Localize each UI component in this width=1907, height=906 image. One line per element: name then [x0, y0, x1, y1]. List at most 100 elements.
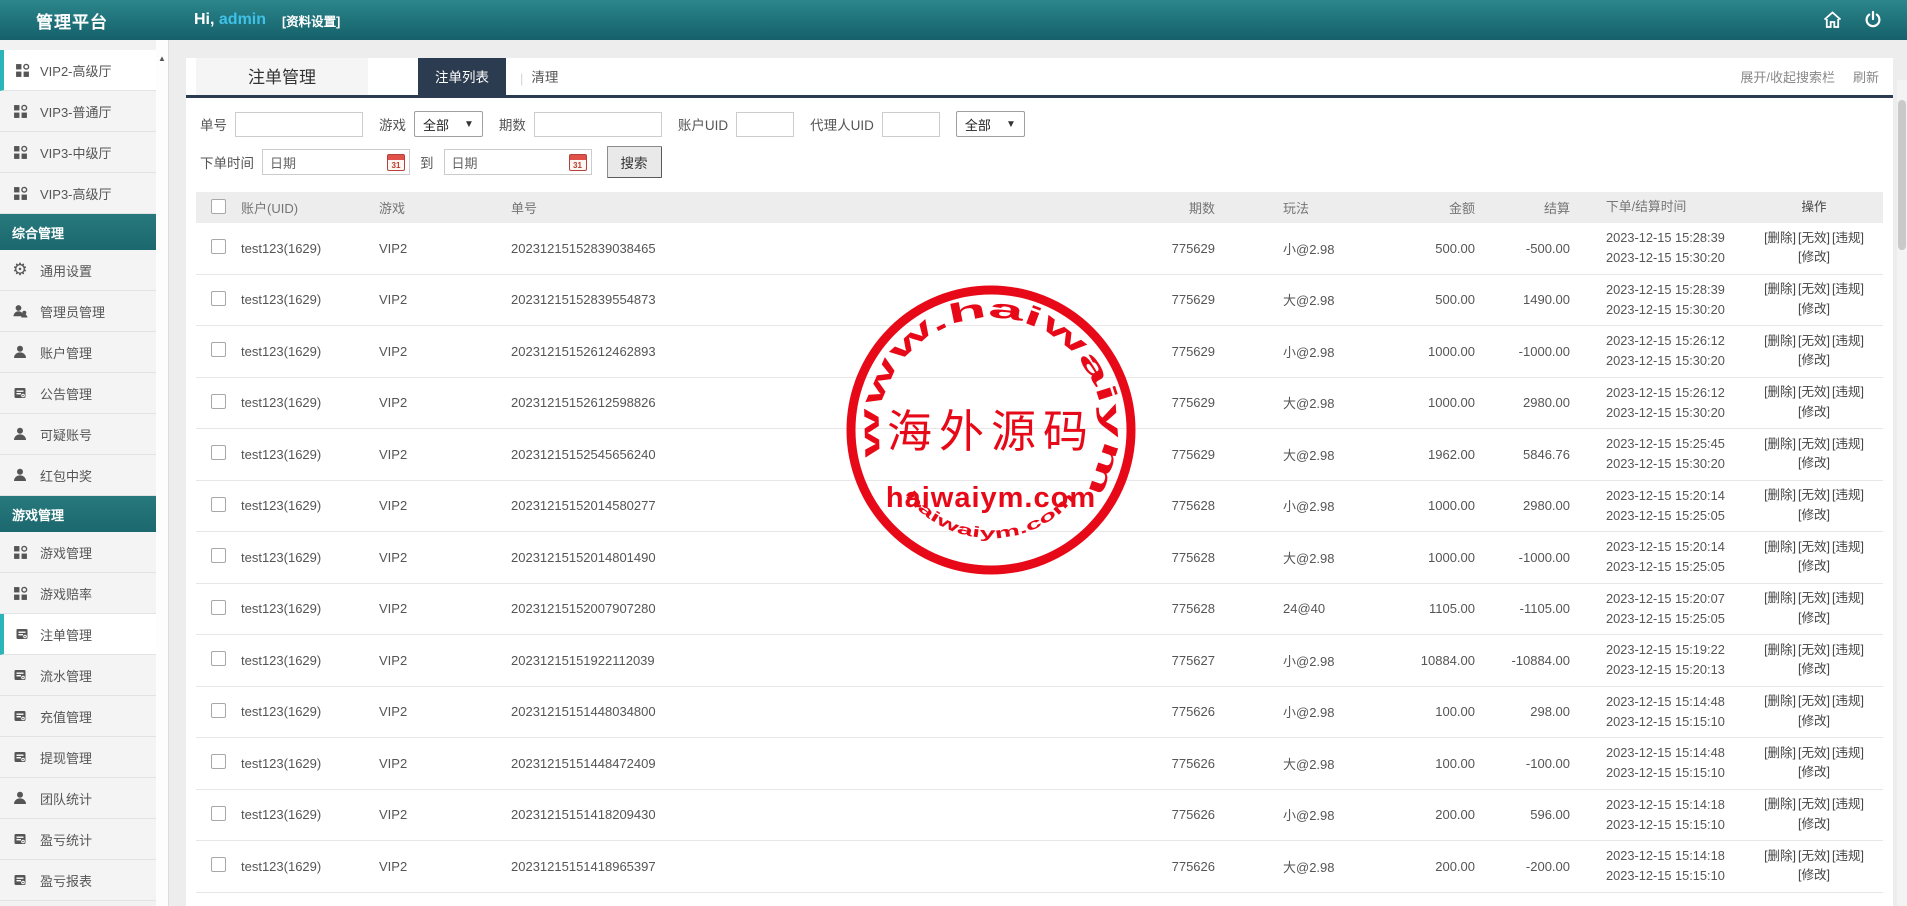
action-violation[interactable]: [违规] — [1832, 591, 1864, 605]
action-delete[interactable]: [删除] — [1764, 797, 1796, 811]
action-violation[interactable]: [违规] — [1832, 694, 1864, 708]
calendar-icon[interactable]: 31 — [568, 153, 587, 171]
row-checkbox[interactable] — [211, 805, 226, 821]
order-no-input[interactable] — [235, 111, 363, 137]
action-delete[interactable]: [删除] — [1764, 334, 1796, 348]
sidebar-item[interactable]: VIP3-高级厅 — [0, 173, 156, 214]
action-invalid[interactable]: [无效] — [1798, 643, 1830, 657]
action-delete[interactable]: [删除] — [1764, 849, 1796, 863]
action-modify[interactable]: [修改] — [1798, 611, 1830, 625]
sidebar-item[interactable]: 可疑账号 — [0, 414, 156, 455]
action-invalid[interactable]: [无效] — [1798, 540, 1830, 554]
action-modify[interactable]: [修改] — [1798, 765, 1830, 779]
action-modify[interactable]: [修改] — [1798, 508, 1830, 522]
action-violation[interactable]: [违规] — [1832, 282, 1864, 296]
sidebar-item[interactable]: 管理员管理 — [0, 291, 156, 332]
game-select[interactable]: 全部 ▼ — [414, 111, 483, 137]
action-modify[interactable]: [修改] — [1798, 817, 1830, 831]
sidebar-item[interactable]: 公告管理 — [0, 373, 156, 414]
row-checkbox[interactable] — [211, 239, 226, 255]
row-checkbox[interactable] — [211, 702, 226, 718]
row-checkbox[interactable] — [211, 651, 226, 667]
action-modify[interactable]: [修改] — [1798, 456, 1830, 470]
action-violation[interactable]: [违规] — [1832, 797, 1864, 811]
vertical-scrollbar[interactable] — [1897, 80, 1907, 906]
action-delete[interactable]: [删除] — [1764, 643, 1796, 657]
action-invalid[interactable]: [无效] — [1798, 231, 1830, 245]
scroll-up-arrow-icon[interactable]: ▲ — [156, 54, 168, 63]
action-delete[interactable]: [删除] — [1764, 540, 1796, 554]
action-invalid[interactable]: [无效] — [1798, 849, 1830, 863]
action-invalid[interactable]: [无效] — [1798, 385, 1830, 399]
search-button[interactable]: 搜索 — [606, 146, 662, 178]
row-checkbox[interactable] — [211, 445, 226, 461]
sidebar-scrollbar[interactable]: ▲ — [156, 40, 169, 906]
uid-input[interactable] — [736, 111, 795, 137]
page-title-tab[interactable]: 注单管理 — [196, 58, 368, 95]
sidebar-item[interactable]: 盈亏统计 — [0, 819, 156, 860]
row-checkbox[interactable] — [211, 548, 226, 564]
action-violation[interactable]: [违规] — [1832, 540, 1864, 554]
home-icon[interactable] — [1822, 10, 1843, 30]
action-invalid[interactable]: [无效] — [1798, 591, 1830, 605]
action-violation[interactable]: [违规] — [1832, 849, 1864, 863]
sidebar-item[interactable]: VIP2-高级厅 — [0, 50, 156, 91]
row-checkbox[interactable] — [211, 290, 226, 306]
action-modify[interactable]: [修改] — [1798, 405, 1830, 419]
action-delete[interactable]: [删除] — [1764, 694, 1796, 708]
sidebar-item[interactable]: 盈亏报表 — [0, 860, 156, 901]
action-modify[interactable]: [修改] — [1798, 714, 1830, 728]
action-invalid[interactable]: [无效] — [1798, 334, 1830, 348]
action-modify[interactable]: [修改] — [1798, 250, 1830, 264]
action-delete[interactable]: [删除] — [1764, 437, 1796, 451]
scrollbar-thumb[interactable] — [1898, 100, 1906, 250]
sidebar-item[interactable]: ⚙ 通用设置 — [0, 250, 156, 291]
logout-power-icon[interactable] — [1863, 10, 1883, 30]
agent-uid-input[interactable] — [881, 111, 940, 137]
sidebar-item[interactable]: VIP3-普通厅 — [0, 91, 156, 132]
action-invalid[interactable]: [无效] — [1798, 746, 1830, 760]
row-checkbox[interactable] — [211, 599, 226, 615]
sidebar-item[interactable]: VIP3-中级厅 — [0, 132, 156, 173]
action-violation[interactable]: [违规] — [1832, 385, 1864, 399]
sidebar-item[interactable]: 流水管理 — [0, 655, 156, 696]
action-violation[interactable]: [违规] — [1832, 334, 1864, 348]
sidebar-item[interactable]: 游戏赔率 — [0, 573, 156, 614]
action-invalid[interactable]: [无效] — [1798, 797, 1830, 811]
action-delete[interactable]: [删除] — [1764, 282, 1796, 296]
status-select[interactable]: 全部 ▼ — [955, 111, 1025, 137]
sidebar-item[interactable]: 团队统计 — [0, 778, 156, 819]
action-modify[interactable]: [修改] — [1798, 559, 1830, 573]
action-delete[interactable]: [删除] — [1764, 231, 1796, 245]
action-violation[interactable]: [违规] — [1832, 437, 1864, 451]
select-all-checkbox[interactable] — [211, 198, 226, 214]
date-from-input[interactable]: 日期 31 — [262, 149, 410, 175]
action-invalid[interactable]: [无效] — [1798, 694, 1830, 708]
sidebar-item[interactable]: 游戏管理 — [0, 532, 156, 573]
tab-order-list[interactable]: 注单列表 — [418, 58, 506, 95]
action-violation[interactable]: [违规] — [1832, 488, 1864, 502]
sidebar-item[interactable]: 充值管理 — [0, 696, 156, 737]
period-input[interactable] — [533, 111, 662, 137]
tab-cleanup[interactable]: 清理 — [525, 58, 564, 95]
row-checkbox[interactable] — [211, 496, 226, 512]
action-violation[interactable]: [违规] — [1832, 746, 1864, 760]
profile-settings-link[interactable]: [资料设置] — [282, 11, 340, 30]
action-invalid[interactable]: [无效] — [1798, 437, 1830, 451]
row-checkbox[interactable] — [211, 857, 226, 873]
row-checkbox[interactable] — [211, 754, 226, 770]
calendar-icon[interactable]: 31 — [387, 153, 405, 171]
action-delete[interactable]: [删除] — [1764, 746, 1796, 760]
action-modify[interactable]: [修改] — [1798, 868, 1830, 882]
action-delete[interactable]: [删除] — [1764, 488, 1796, 502]
action-modify[interactable]: [修改] — [1798, 302, 1830, 316]
toggle-search-link[interactable]: 展开/收起搜索栏 — [1740, 67, 1835, 86]
sidebar-item[interactable]: 账户管理 — [0, 332, 156, 373]
date-to-input[interactable]: 日期 31 — [443, 149, 592, 175]
action-invalid[interactable]: [无效] — [1798, 488, 1830, 502]
action-violation[interactable]: [违规] — [1832, 231, 1864, 245]
action-violation[interactable]: [违规] — [1832, 643, 1864, 657]
action-invalid[interactable]: [无效] — [1798, 282, 1830, 296]
action-delete[interactable]: [删除] — [1764, 385, 1796, 399]
sidebar-item[interactable]: 提现管理 — [0, 737, 156, 778]
